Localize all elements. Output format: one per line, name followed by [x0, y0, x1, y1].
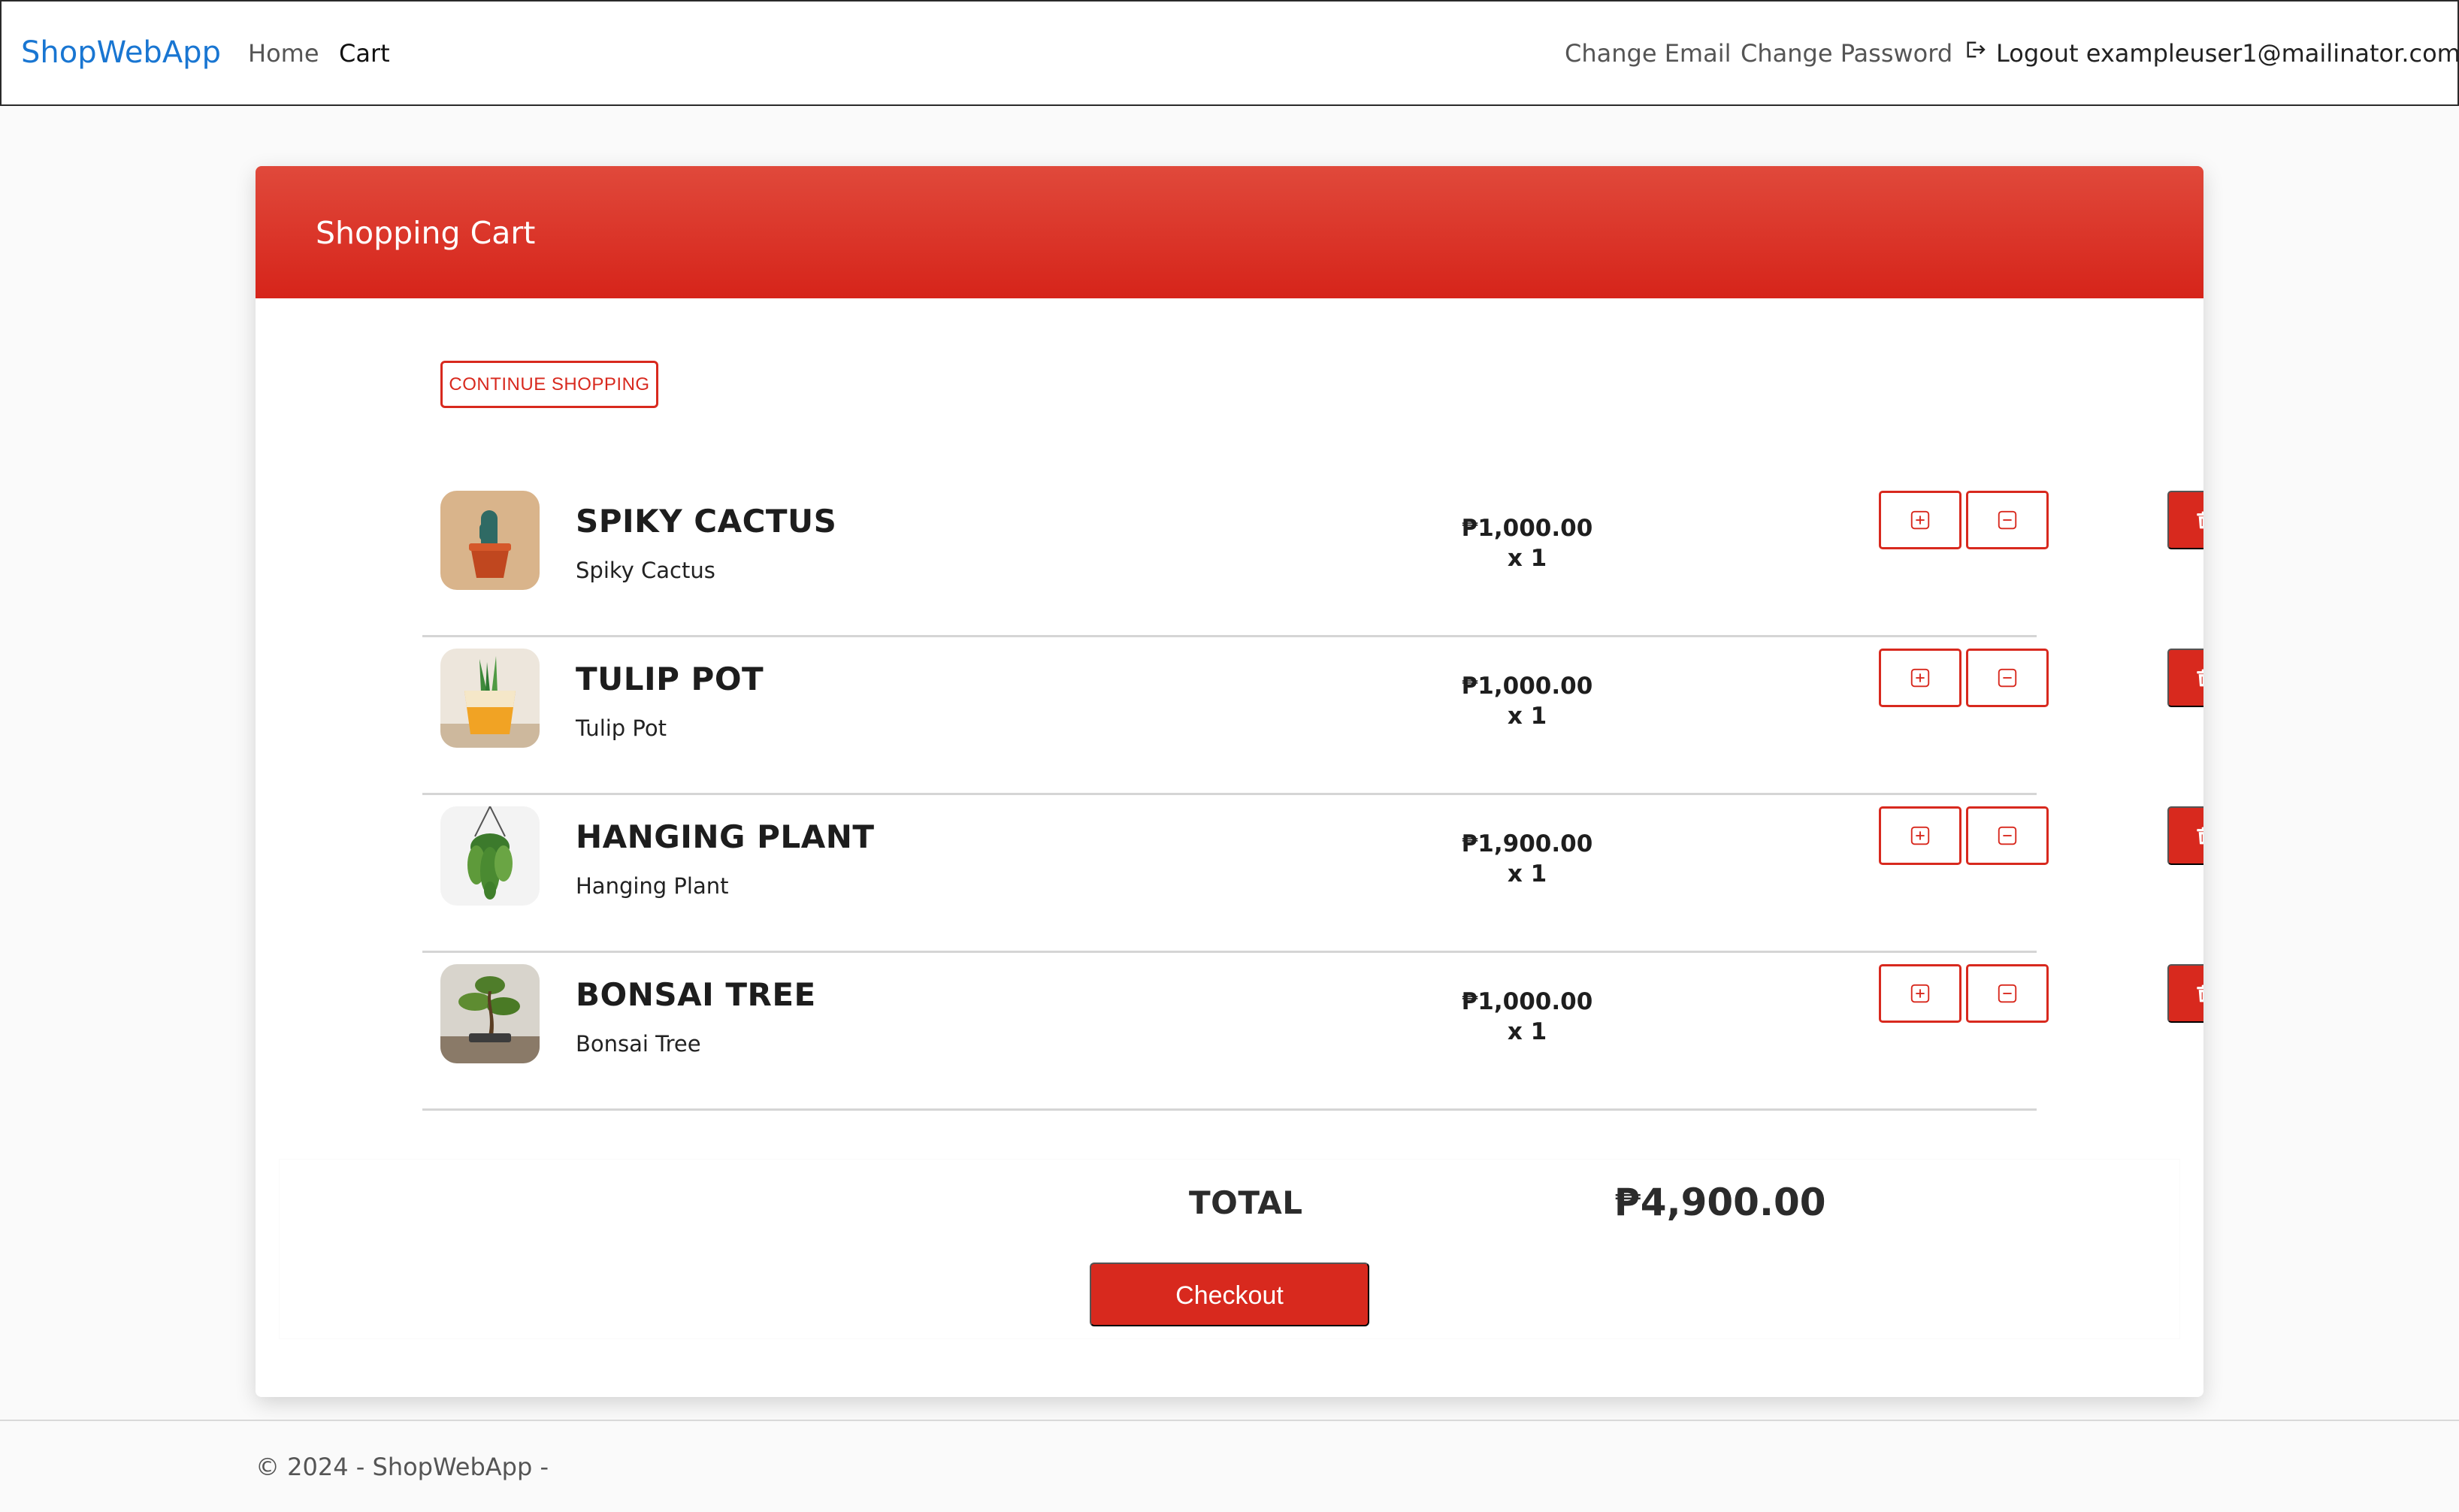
trash-icon: [2197, 669, 2203, 687]
increase-quantity-button[interactable]: [1879, 964, 1961, 1023]
cactus-image: [440, 491, 540, 590]
item-subtitle: Bonsai Tree: [576, 1031, 701, 1057]
row-divider: [422, 635, 2037, 637]
row-divider: [422, 951, 2037, 953]
cart-title: Shopping Cart: [316, 215, 536, 251]
item-name: BONSAI TREE: [576, 976, 816, 1013]
remove-item-button[interactable]: [2167, 649, 2203, 707]
cart-header: Shopping Cart: [256, 166, 2203, 298]
nav-logout-link[interactable]: Logout exampleuser1@mailinator.com: [1963, 36, 2459, 71]
item-quantity: x 1: [1507, 703, 1547, 730]
logout-label: Logout exampleuser1@mailinator.com: [1996, 39, 2459, 68]
checkout-button[interactable]: Checkout: [1090, 1263, 1369, 1326]
cart-item-row: HANGING PLANT Hanging Plant ₱1,900.00 x …: [422, 806, 2203, 964]
increase-quantity-button[interactable]: [1879, 806, 1961, 865]
plus-square-icon: [1910, 826, 1930, 845]
nav-change-email-link[interactable]: Change Email: [1565, 36, 1731, 71]
logout-icon: [1963, 36, 1987, 71]
footer-text: © 2024 - ShopWebApp -: [256, 1453, 549, 1481]
nav-change-password-link[interactable]: Change Password: [1741, 36, 1952, 71]
remove-item-button[interactable]: [2167, 964, 2203, 1023]
nav-cart-link[interactable]: Cart: [339, 36, 390, 71]
decrease-quantity-button[interactable]: [1966, 491, 2049, 549]
navbar: ShopWebApp Home Cart Change Email Change…: [0, 0, 2459, 106]
plus-square-icon: [1910, 668, 1930, 688]
item-price: ₱1,000.00: [1461, 673, 1593, 700]
total-label: TOTAL: [1189, 1184, 1303, 1221]
item-price: ₱1,900.00: [1461, 830, 1593, 857]
item-price: ₱1,000.00: [1461, 515, 1593, 542]
item-quantity: x 1: [1507, 860, 1547, 888]
item-subtitle: Spiky Cactus: [576, 558, 715, 583]
item-price: ₱1,000.00: [1461, 988, 1593, 1015]
trash-icon: [2197, 984, 2203, 1002]
remove-item-button[interactable]: [2167, 806, 2203, 865]
total-value: ₱4,900.00: [1614, 1181, 1826, 1224]
footer-divider: [0, 1420, 2459, 1421]
plus-square-icon: [1910, 984, 1930, 1003]
plus-square-icon: [1910, 510, 1930, 530]
decrease-quantity-button[interactable]: [1966, 806, 2049, 865]
item-subtitle: Hanging Plant: [576, 873, 729, 899]
bonsai-image: [440, 964, 540, 1063]
minus-square-icon: [1998, 668, 2017, 688]
brand-link[interactable]: ShopWebApp: [21, 32, 221, 74]
remove-item-button[interactable]: [2167, 491, 2203, 549]
cart-item-row: TULIP POT Tulip Pot ₱1,000.00 x 1: [422, 649, 2203, 806]
minus-square-icon: [1998, 510, 2017, 530]
row-divider: [422, 793, 2037, 795]
trash-icon: [2197, 827, 2203, 845]
nav-home-link[interactable]: Home: [248, 36, 319, 71]
item-name: TULIP POT: [576, 661, 764, 697]
minus-square-icon: [1998, 984, 2017, 1003]
cart-item-row: SPIKY CACTUS Spiky Cactus ₱1,000.00 x 1: [422, 491, 2203, 649]
decrease-quantity-button[interactable]: [1966, 964, 2049, 1023]
item-name: SPIKY CACTUS: [576, 503, 837, 540]
hanging-plant-image: [440, 806, 540, 906]
trash-icon: [2197, 511, 2203, 529]
item-quantity: x 1: [1507, 545, 1547, 572]
continue-shopping-button[interactable]: CONTINUE SHOPPING: [440, 361, 658, 408]
item-name: HANGING PLANT: [576, 818, 875, 855]
increase-quantity-button[interactable]: [1879, 649, 1961, 707]
row-divider: [422, 1108, 2037, 1111]
increase-quantity-button[interactable]: [1879, 491, 1961, 549]
tulip-pot-image: [440, 649, 540, 748]
minus-square-icon: [1998, 826, 2017, 845]
item-quantity: x 1: [1507, 1018, 1547, 1045]
item-subtitle: Tulip Pot: [576, 715, 667, 741]
cart-card: Shopping Cart CONTINUE SHOPPING SPIKY CA…: [256, 166, 2203, 1397]
decrease-quantity-button[interactable]: [1966, 649, 2049, 707]
cart-item-row: BONSAI TREE Bonsai Tree ₱1,000.00 x 1: [422, 964, 2203, 1122]
